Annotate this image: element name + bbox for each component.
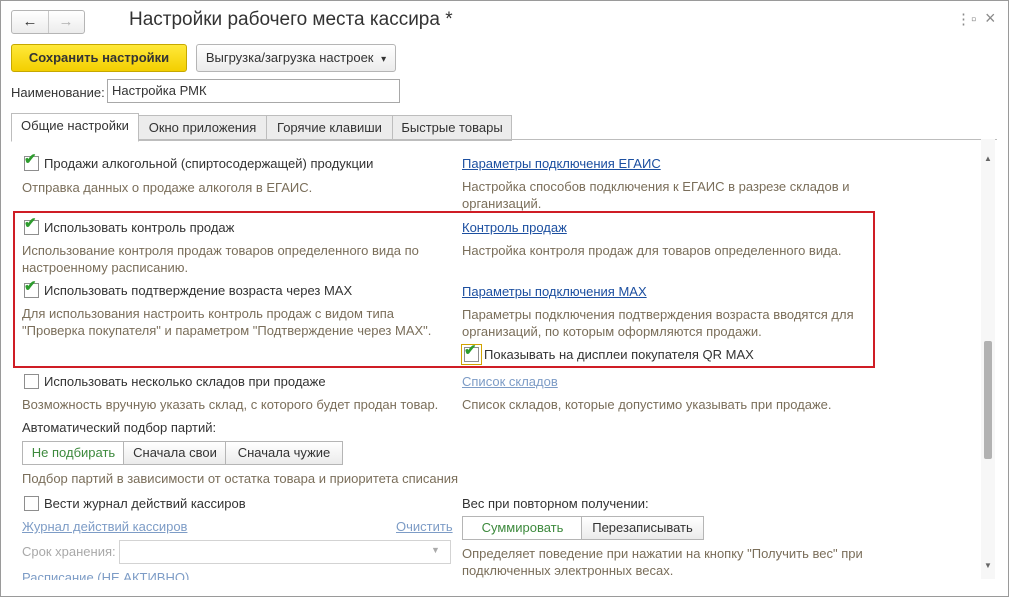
- alcohol-checkbox[interactable]: ✔: [24, 152, 39, 171]
- warehouses-hint: Возможность вручную указать склад, с кот…: [22, 397, 439, 412]
- scrollbar-thumb[interactable]: [984, 341, 992, 459]
- tab-quick-goods[interactable]: Быстрые товары: [392, 115, 512, 141]
- max-params-link[interactable]: Параметры подключения MAX: [462, 284, 647, 299]
- batches-option-foreign-first[interactable]: Сначала чужие: [225, 441, 343, 465]
- chevron-down-icon: ▾: [381, 54, 387, 65]
- storage-period-label: Срок хранения:: [22, 544, 116, 559]
- weight-hint: Определяет поведение при нажатии на кноп…: [462, 546, 863, 578]
- schedule-link[interactable]: Расписание (НЕ АКТИВНО): [22, 570, 189, 580]
- back-arrow-icon[interactable]: ←: [12, 11, 49, 33]
- tab-app-window[interactable]: Окно приложения: [138, 115, 267, 141]
- age-max-label: Использовать подтверждение возраста чере…: [44, 283, 353, 298]
- sales-control-label: Использовать контроль продаж: [44, 220, 235, 235]
- warehouses-list-link[interactable]: Список складов: [462, 374, 558, 389]
- journal-clear-link[interactable]: Очистить: [396, 519, 453, 534]
- alcohol-label: Продажи алкогольной (спиртосодержащей) п…: [44, 156, 374, 171]
- weight-option-overwrite[interactable]: Перезаписывать: [581, 516, 704, 540]
- tab-general[interactable]: Общие настройки: [11, 113, 139, 142]
- tab-hotkeys[interactable]: Горячие клавиши: [266, 115, 393, 141]
- sales-control-hint: Использование контроля продаж товаров оп…: [22, 243, 419, 275]
- journal-label: Вести журнал действий кассиров: [44, 496, 246, 511]
- export-import-dropdown-button[interactable]: Выгрузка/загрузка настроек ▾: [196, 44, 396, 72]
- alcohol-hint: Отправка данных о продаже алкоголя в ЕГА…: [22, 180, 313, 195]
- egais-params-hint: Настройка способов подключения к ЕГАИС в…: [462, 179, 850, 211]
- settings-window: ← → Настройки рабочего места кассира * ⋮…: [0, 0, 1009, 597]
- name-input[interactable]: Настройка РМК: [107, 79, 400, 103]
- weight-label: Вес при повторном получении:: [462, 496, 649, 511]
- warehouses-checkbox[interactable]: [24, 374, 39, 389]
- sales-control-checkbox[interactable]: ✔: [24, 216, 39, 235]
- vertical-scrollbar[interactable]: ▲ ▼: [981, 139, 995, 579]
- name-label: Наименование:: [11, 85, 105, 100]
- checkmark-icon: ✔: [24, 278, 37, 295]
- warehouses-label: Использовать несколько складов при прода…: [44, 374, 326, 389]
- qr-max-label: Показывать на дисплеи покупателя QR MAX: [484, 347, 754, 362]
- scroll-down-icon[interactable]: ▼: [984, 561, 992, 570]
- batches-option-own-first[interactable]: Сначала свои: [123, 441, 227, 465]
- batches-hint: Подбор партий в зависимости от остатка т…: [22, 471, 459, 486]
- maximize-icon[interactable]: ▫: [971, 12, 976, 28]
- scroll-up-icon[interactable]: ▲: [984, 154, 992, 163]
- sales-control-link[interactable]: Контроль продаж: [462, 220, 567, 235]
- sales-control-link-hint: Настройка контроля продаж для товаров оп…: [462, 243, 842, 258]
- storage-period-input[interactable]: [119, 540, 451, 564]
- checkmark-icon: ✔: [24, 215, 37, 232]
- max-params-hint: Параметры подключения подтверждения возр…: [462, 307, 854, 339]
- age-max-checkbox[interactable]: ✔: [24, 279, 39, 298]
- weight-option-sum[interactable]: Суммировать: [462, 516, 583, 540]
- checkmark-icon: ✔: [24, 151, 37, 168]
- storage-dropdown-icon[interactable]: ▼: [431, 545, 440, 555]
- export-import-label: Выгрузка/загрузка настроек: [205, 50, 374, 65]
- warehouses-list-hint: Список складов, которые допустимо указыв…: [462, 397, 832, 412]
- egais-params-link[interactable]: Параметры подключения ЕГАИС: [462, 156, 661, 171]
- more-menu-icon[interactable]: ⋮: [956, 12, 971, 28]
- navigation-buttons: ← →: [11, 10, 85, 34]
- batches-option-none[interactable]: Не подбирать: [22, 441, 125, 465]
- checkmark-icon: ✔: [464, 342, 477, 359]
- forward-arrow-icon[interactable]: →: [48, 11, 84, 33]
- journal-checkbox[interactable]: [24, 496, 39, 511]
- age-max-hint: Для использования настроить контроль про…: [22, 306, 432, 338]
- qr-max-checkbox[interactable]: ✔: [461, 343, 482, 365]
- save-settings-button[interactable]: Сохранить настройки: [11, 44, 187, 72]
- journal-link[interactable]: Журнал действий кассиров: [22, 519, 187, 534]
- close-icon[interactable]: ×: [985, 9, 996, 27]
- general-settings-panel: ✔ Продажи алкогольной (спиртосодержащей)…: [11, 139, 997, 580]
- batches-label: Автоматический подбор партий:: [22, 420, 217, 435]
- page-title: Настройки рабочего места кассира *: [129, 9, 453, 30]
